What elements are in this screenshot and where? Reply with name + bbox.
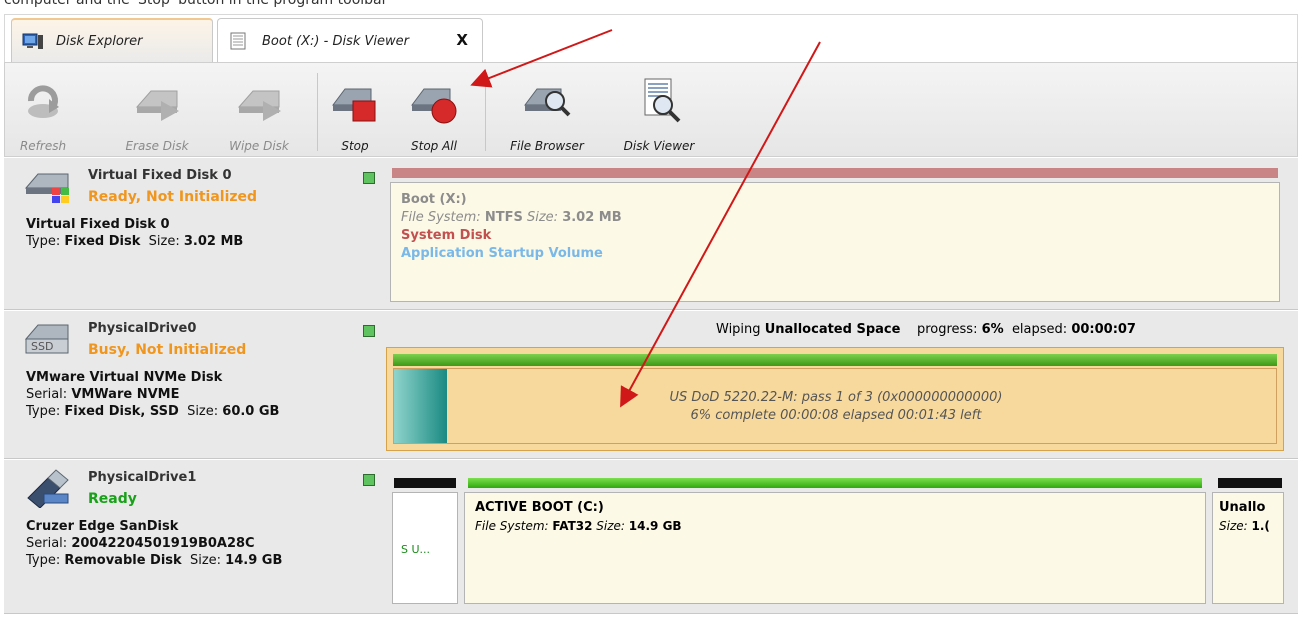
toolbar-separator <box>485 73 486 151</box>
disk-status: Busy, Not Initialized <box>88 342 247 358</box>
partition-bar <box>468 478 1202 488</box>
disk-row-physicaldrive0[interactable]: SSD PhysicalDrive0 Busy, Not Initialized… <box>4 311 1298 459</box>
partition-bar <box>1218 478 1282 488</box>
disk-type: Fixed Disk <box>64 234 141 249</box>
stop-all-icon <box>411 88 457 124</box>
tab-label: Boot (X:) - Disk Viewer <box>262 33 409 49</box>
wipe-disk-icon <box>237 90 281 121</box>
erase-disk-icon <box>135 90 179 121</box>
disk-name: PhysicalDrive0 <box>88 321 197 336</box>
disk-serial: 20042204501919B0A28C <box>71 536 255 551</box>
disk-size: 60.0 GB <box>222 404 280 419</box>
disk-name: PhysicalDrive1 <box>88 470 197 485</box>
usb-drive-icon <box>27 469 69 508</box>
disk-model: Virtual Fixed Disk 0 <box>26 217 170 232</box>
partition-fs: File System: FAT32 Size: 14.9 GB <box>475 519 682 533</box>
file-browser-icon <box>524 88 571 117</box>
disk-info: VMware Virtual NVMe Disk Serial: VMWare … <box>26 370 280 419</box>
disk-model: VMware Virtual NVMe Disk <box>26 370 223 385</box>
ssd-icon: SSD <box>24 324 69 354</box>
disk-type: Removable Disk <box>64 553 182 568</box>
tab-disk-viewer[interactable]: Boot (X:) - Disk Viewer X <box>217 18 483 63</box>
stop-button[interactable]: Stop <box>329 63 381 158</box>
toolbar-separator <box>317 73 318 151</box>
disk-serial: VMWare NVME <box>71 387 180 402</box>
disk-type: Fixed Disk, SSD <box>64 404 179 419</box>
status-led <box>363 172 375 184</box>
wipe-progress-text: 6% complete 00:00:08 elapsed 00:01:43 le… <box>690 408 982 423</box>
refresh-icon <box>28 85 59 118</box>
file-browser-button[interactable]: File Browser <box>501 63 593 158</box>
toolbar: Refresh Erase Disk Wipe Disk Stop Stop A… <box>4 62 1298 157</box>
caption-strip: computer and the 'Stop' button in the pr… <box>0 0 1302 14</box>
tab-strip: Disk Explorer Boot (X:) - Disk Viewer X <box>4 14 1298 63</box>
partition-size: Size: 1.( <box>1219 519 1270 533</box>
partition-bar <box>394 478 456 488</box>
disk-viewer-button[interactable]: Disk Viewer <box>613 63 705 158</box>
status-led <box>363 325 375 337</box>
caption-text: computer and the 'Stop' button in the pr… <box>4 0 388 8</box>
partition-title: Boot (X:) <box>401 192 467 207</box>
disk-size: 14.9 GB <box>225 553 283 568</box>
elapsed-value: 00:00:07 <box>1071 322 1136 337</box>
windows-disk-icon <box>24 173 69 203</box>
partition-boot-x[interactable]: Boot (X:) File System: NTFS Size: 3.02 M… <box>390 182 1280 302</box>
disk-status: Ready, Not Initialized <box>88 189 258 205</box>
partition-title: ACTIVE BOOT (C:) <box>475 500 604 515</box>
disk-info: Virtual Fixed Disk 0 Type: Fixed Disk Si… <box>26 217 244 249</box>
disk-info: Cruzer Edge SanDisk Serial: 200422045019… <box>26 519 283 568</box>
svg-text:SSD: SSD <box>31 340 53 353</box>
disk-model: Cruzer Edge SanDisk <box>26 519 179 534</box>
tab-label: Disk Explorer <box>56 34 143 49</box>
partition-small[interactable]: S U... <box>392 492 458 604</box>
partition-unallocated[interactable]: Unallo Size: 1.( <box>1212 492 1284 604</box>
disk-size: 3.02 MB <box>183 234 244 249</box>
status-led <box>363 474 375 486</box>
partition-fs: File System: NTFS Size: 3.02 MB <box>401 210 622 225</box>
disk-name: Virtual Fixed Disk 0 <box>88 168 232 183</box>
stop-disk-icon <box>332 88 376 122</box>
partition-small-label: S U... <box>401 543 431 556</box>
system-disk-flag: System Disk <box>401 228 492 243</box>
disk-viewer-icon <box>644 78 681 123</box>
partition-active-boot-c[interactable]: ACTIVE BOOT (C:) File System: FAT32 Size… <box>464 492 1206 604</box>
stop-all-button[interactable]: Stop All <box>399 63 469 158</box>
disk-row-physicaldrive1[interactable]: PhysicalDrive1 Ready Cruzer Edge SanDisk… <box>4 460 1298 614</box>
unallocated-space-wiping[interactable]: US DoD 5220.22-M: pass 1 of 3 (0x0000000… <box>386 347 1284 451</box>
wipe-status-line: Wiping Unallocated Space progress: 6% el… <box>716 322 1136 337</box>
erase-disk-button[interactable]: Erase Disk <box>115 63 199 158</box>
document-grid-icon <box>228 32 250 50</box>
wipe-area: US DoD 5220.22-M: pass 1 of 3 (0x0000000… <box>393 368 1277 444</box>
wipe-disk-button[interactable]: Wipe Disk <box>217 63 301 158</box>
progress-value: 6% <box>981 322 1004 337</box>
wipe-method-text: US DoD 5220.22-M: pass 1 of 3 (0x0000000… <box>669 390 1003 405</box>
disk-row-virtual-fixed-disk-0[interactable]: Virtual Fixed Disk 0 Ready, Not Initiali… <box>4 158 1298 310</box>
startup-volume-flag: Application Startup Volume <box>401 246 603 261</box>
close-icon[interactable]: X <box>456 31 468 49</box>
refresh-button[interactable]: Refresh <box>15 63 71 158</box>
computer-icon <box>22 33 44 51</box>
wipe-progress-bar <box>393 354 1277 366</box>
partition-title: Unallo <box>1219 500 1266 515</box>
partition-bar <box>392 168 1278 178</box>
tab-disk-explorer[interactable]: Disk Explorer <box>11 18 213 63</box>
disk-status: Ready <box>88 491 137 507</box>
